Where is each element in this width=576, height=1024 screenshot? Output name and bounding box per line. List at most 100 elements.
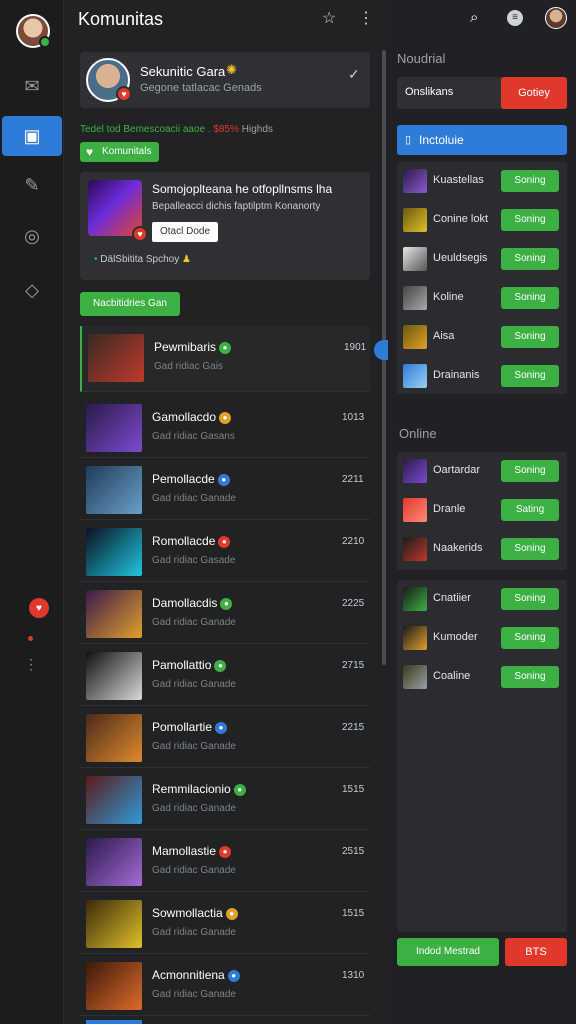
list-item[interactable]: Mamollastie ● Gad ridiac Ganade 2515 [80, 830, 370, 892]
account-avatar[interactable] [545, 7, 567, 29]
scroll-handle[interactable] [374, 340, 388, 360]
section-button[interactable]: Nacbitidries Gan [80, 292, 180, 316]
friend-avatar [403, 169, 427, 193]
friend-name: Aisa [433, 330, 455, 342]
search-icon[interactable]: ⌕ [470, 9, 478, 26]
game-thumbnail [86, 590, 142, 638]
list-item[interactable]: Pamollattio ● Gad ridiac Ganade 2715 [80, 644, 370, 706]
featured-card[interactable]: ♥ Somojoplteana he otfopllnsms lha Bepal… [80, 172, 370, 280]
friend-item[interactable]: Cnatiier Soning [397, 580, 567, 618]
segment-left[interactable]: Onslikans [405, 86, 453, 98]
list-item-title-text: Pamollattio [152, 658, 212, 672]
profile-card[interactable]: ♥ Sekunitic Gara ✺ Gegone tatlacac Genad… [80, 52, 370, 108]
red-action-button[interactable]: BTS [505, 938, 567, 966]
list-item-title-text: Mamollastie [152, 844, 217, 858]
list-item[interactable]: Pomollartie ● Gad ridiac Ganade 2215 [80, 706, 370, 768]
friend-action-button[interactable]: Sating [501, 499, 559, 521]
friend-item[interactable]: Naakerids Soning [397, 530, 567, 568]
menu-icon[interactable]: ≡ [507, 10, 523, 26]
online-status-dot [39, 36, 51, 48]
list-item-count: 2225 [342, 598, 365, 609]
badge-icon: ● [219, 341, 232, 354]
kebab-menu-icon[interactable]: ⋮ [358, 8, 374, 28]
friend-item[interactable]: Ueuldsegis Soning [397, 240, 567, 278]
featured-description: Bepalleacci dichis faptilptm Konanorty [152, 201, 321, 212]
featured-button[interactable]: Otacl Dode [152, 222, 218, 242]
friend-item[interactable]: Coaline Soning [397, 658, 567, 696]
friend-action-button[interactable]: Soning [501, 365, 559, 387]
friend-action-button[interactable]: Soning [501, 538, 559, 560]
list-item-title: Pomollartie ● [152, 720, 228, 734]
list-item-title-text: Sowmollactia [152, 906, 223, 920]
friend-item[interactable]: Oartardar Soning [397, 452, 567, 490]
user-avatar[interactable] [16, 14, 51, 48]
game-thumbnail [86, 776, 142, 824]
friend-action-button[interactable]: Soning [501, 248, 559, 270]
friend-action-button[interactable]: Soning [501, 170, 559, 192]
game-thumbnail [86, 466, 142, 514]
list-item-count: 2211 [342, 474, 364, 485]
friend-item[interactable]: Aisa Soning [397, 318, 567, 356]
community-pill[interactable]: Komunitals [80, 142, 160, 162]
friend-action-button[interactable]: Soning [501, 209, 559, 231]
list-item-subtitle: Gad ridiac Ganade [152, 927, 236, 938]
alert-badge[interactable]: ♥ [29, 598, 49, 618]
list-item-count: 1515 [342, 784, 365, 795]
list-item-title-text: Acmonnitiena [152, 968, 225, 982]
nav-inbox[interactable]: ✉ [0, 66, 64, 106]
badge-icon: ● [217, 473, 230, 486]
green-action-button[interactable]: Indod Mestrad [397, 938, 499, 966]
badge-icon: ● [219, 845, 232, 858]
segment-right[interactable]: Gotiey [501, 77, 567, 109]
list-item-subtitle: Gad ridiac Ganade [152, 493, 236, 504]
friend-action-button[interactable]: Soning [501, 326, 559, 348]
list-item[interactable]: Pewmibaris ● Gad ridiac Gais 1901 [80, 326, 370, 392]
list-item-title: Damollacdis ● [152, 596, 233, 610]
game-thumbnail [86, 404, 142, 452]
friend-item[interactable]: Dranle Sating [397, 491, 567, 529]
list-item-title-text: Pemollacde [152, 472, 215, 486]
friend-item[interactable]: Drainanis Soning [397, 357, 567, 395]
list-item-subtitle: Gad ridiac Gais [154, 361, 223, 372]
friend-item[interactable]: Conine lokt Soning [397, 201, 567, 239]
star-icon[interactable]: ☆ [322, 8, 336, 28]
friend-item[interactable]: Kuastellas Soning [397, 162, 567, 200]
list-item-subtitle: Gad ridiac Ganade [152, 803, 236, 814]
list-item[interactable]: Remmilacionio ● Gad ridiac Ganade 1515 [80, 768, 370, 830]
friend-avatar [403, 498, 427, 522]
list-item-title: Remmilacionio ● [152, 782, 246, 796]
friend-avatar [403, 665, 427, 689]
nav-activity[interactable]: ✎ [0, 165, 64, 205]
list-item-subtitle: Gad ridiac Ganade [152, 865, 236, 876]
badge-icon: ● [215, 721, 228, 734]
profile-subtitle: Gegone tatlacac Genads [140, 82, 262, 94]
list-item-count: 2210 [342, 536, 365, 547]
friend-item[interactable]: Kumoder Soning [397, 619, 567, 657]
badge-icon: ● [218, 535, 231, 548]
list-item-title: Mamollastie ● [152, 844, 232, 858]
friend-action-button[interactable]: Soning [501, 627, 559, 649]
list-item-count: 2215 [342, 722, 365, 733]
friend-item[interactable]: Koline Soning [397, 279, 567, 317]
nav-search[interactable]: ◎ [0, 216, 64, 256]
list-item-title-text: Remmilacionio [152, 782, 231, 796]
badge-icon: ● [225, 907, 238, 920]
nav-community[interactable]: ▣ [2, 116, 62, 156]
more-icon[interactable]: ⋮ [24, 656, 38, 673]
list-item[interactable]: Acmonnitiena ● Gad ridiac Ganade 1310 [80, 954, 370, 1016]
friend-avatar [403, 537, 427, 561]
friend-action-button[interactable]: Soning [501, 588, 559, 610]
list-item[interactable]: Damollacdis ● Gad ridiac Ganade 2225 [80, 582, 370, 644]
friend-action-button[interactable]: Soning [501, 460, 559, 482]
list-item[interactable]: Romollacde ● Gad ridiac Gasade 2210 [80, 520, 370, 582]
friend-action-button[interactable]: Soning [501, 666, 559, 688]
nav-share[interactable]: ◇ [0, 270, 64, 310]
friend-name: Cnatiier [433, 592, 471, 604]
friend-action-button[interactable]: Soning [501, 287, 559, 309]
check-icon[interactable]: ✓ [348, 66, 360, 83]
list-item[interactable]: Sowmollactia ● Gad ridiac Ganade 1515 [80, 892, 370, 954]
list-item[interactable]: Pemollacde ● Gad ridiac Ganade 2211 [80, 458, 370, 520]
tab-active[interactable]: ▯ Inctoluie [397, 125, 567, 155]
bottom-indicator [86, 1020, 142, 1024]
list-item[interactable]: Gamollacdo ● Gad ridiac Gasans 1013 [80, 396, 370, 458]
